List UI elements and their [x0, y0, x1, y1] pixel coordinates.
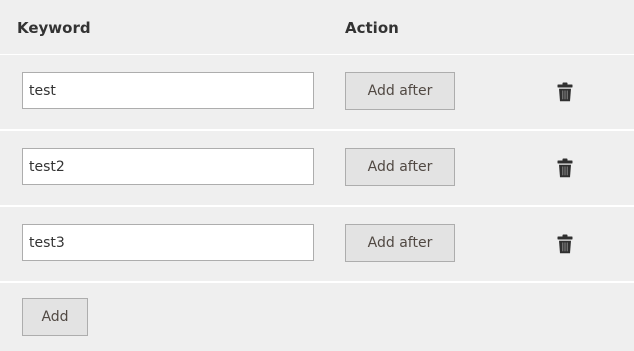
table-footer: Add [0, 283, 634, 351]
keyword-input[interactable] [22, 224, 314, 261]
add-after-button[interactable]: Add after [345, 148, 455, 186]
keyword-input[interactable] [22, 72, 314, 109]
add-after-button[interactable]: Add after [345, 224, 455, 262]
trash-icon[interactable] [552, 231, 578, 257]
table-row: Add after [0, 131, 634, 205]
table-row: Add after [0, 207, 634, 281]
table-row: Add after [0, 55, 634, 129]
table-header: Keyword Action [0, 0, 634, 54]
keywords-table: Keyword Action Add after Add after [0, 0, 634, 351]
add-button[interactable]: Add [22, 298, 88, 336]
keyword-column-header: Keyword [17, 19, 91, 37]
trash-icon[interactable] [552, 79, 578, 105]
add-after-button[interactable]: Add after [345, 72, 455, 110]
action-column-header: Action [345, 19, 399, 37]
keyword-input[interactable] [22, 148, 314, 185]
trash-icon[interactable] [552, 155, 578, 181]
